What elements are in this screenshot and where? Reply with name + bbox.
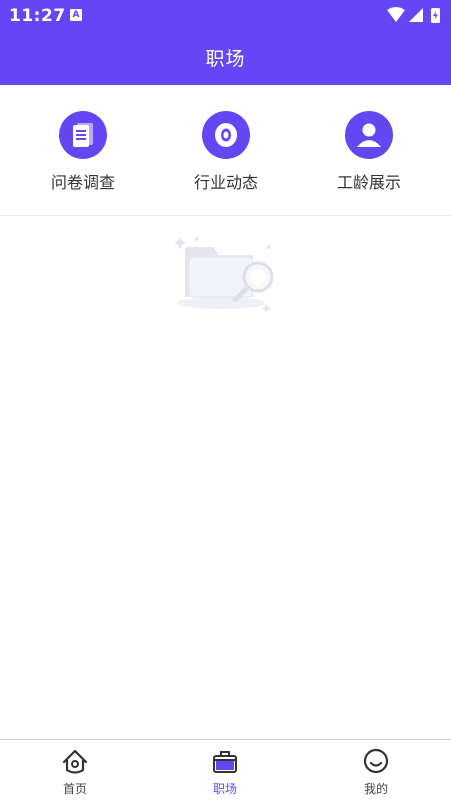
empty-folder-search-icon: [174, 237, 274, 313]
feature-menu: 问卷调查 行业动态 工龄展示: [0, 85, 451, 216]
status-bar: 11:27 A: [0, 0, 451, 30]
app-header: 11:27 A 职场: [0, 0, 451, 85]
nav-label-workplace: 职场: [212, 782, 237, 796]
page-title: 职场: [205, 48, 246, 70]
menu-label-survey: 问卷调查: [50, 173, 115, 192]
eye-icon: [202, 111, 250, 159]
nav-item-home[interactable]: 首页: [0, 740, 150, 804]
smile-icon: [363, 748, 389, 774]
menu-item-survey[interactable]: 问卷调查: [23, 111, 143, 192]
status-time: 11:27: [9, 6, 66, 26]
bottom-nav: 首页 职场 我的: [0, 739, 451, 804]
survey-document-icon: [59, 111, 107, 159]
briefcase-icon: [213, 751, 237, 773]
nav-label-mine: 我的: [363, 782, 388, 796]
menu-label-industry-news: 行业动态: [193, 173, 258, 192]
menu-item-industry-news[interactable]: 行业动态: [166, 111, 286, 192]
notification-icon: A: [70, 9, 82, 21]
user-icon: [345, 111, 393, 159]
nav-label-home: 首页: [62, 782, 87, 796]
menu-item-seniority[interactable]: 工龄展示: [309, 111, 429, 192]
status-icons: [387, 7, 440, 23]
nav-item-mine[interactable]: 我的: [301, 740, 451, 804]
menu-label-seniority: 工龄展示: [336, 173, 401, 192]
wifi-icon: [387, 7, 405, 22]
signal-icon: [409, 8, 423, 22]
home-icon: [62, 749, 88, 774]
nav-item-workplace[interactable]: 职场: [150, 740, 300, 804]
